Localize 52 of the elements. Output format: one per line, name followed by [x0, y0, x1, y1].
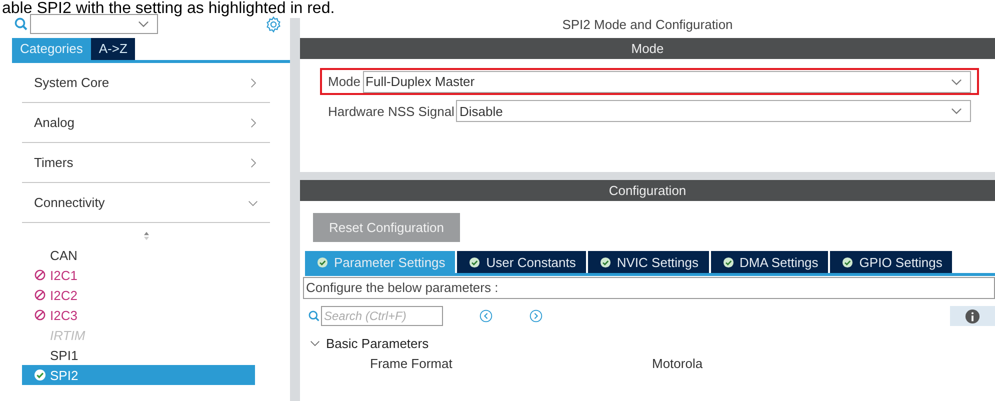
- hint-text: Configure the below parameters :: [303, 277, 995, 299]
- info-icon: [965, 308, 980, 324]
- group-header[interactable]: Basic Parameters: [300, 332, 995, 354]
- category-item[interactable]: Connectivity: [22, 183, 270, 223]
- chevron-down-icon: [951, 107, 962, 115]
- next-icon[interactable]: [529, 309, 543, 323]
- check-icon: [469, 256, 480, 268]
- prohibited-icon: [34, 269, 46, 281]
- peripheral-item[interactable]: SPI1: [22, 345, 255, 365]
- search-field[interactable]: Search (Ctrl+F): [321, 306, 443, 326]
- check-icon: [317, 256, 328, 268]
- settings-tab[interactable]: NVIC Settings: [588, 251, 709, 273]
- dropdown-field[interactable]: Disable: [456, 100, 971, 122]
- field-label: Hardware NSS Signal: [328, 104, 454, 118]
- settings-tab[interactable]: GPIO Settings: [830, 251, 952, 273]
- category-item[interactable]: System Core: [22, 63, 270, 103]
- search-icon: [308, 310, 320, 322]
- check-icon: [34, 369, 46, 381]
- caption-text: able SPI2 with the setting as highlighted in red.: [1, 0, 336, 18]
- parameter-value: Motorola: [652, 356, 703, 370]
- prohibited-icon: [34, 289, 46, 301]
- previous-icon[interactable]: [479, 309, 493, 323]
- panel-title: SPI2 Mode and Configuration: [561, 18, 734, 34]
- peripheral-item[interactable]: I2C3: [22, 305, 255, 325]
- section-header: Mode: [300, 38, 995, 59]
- check-icon: [722, 256, 734, 268]
- peripheral-item[interactable]: I2C1: [22, 265, 255, 285]
- sort-icon[interactable]: [142, 231, 150, 241]
- prohibited-icon: [34, 309, 46, 321]
- settings-tab[interactable]: DMA Settings: [710, 251, 828, 273]
- category-item[interactable]: Analog: [22, 103, 270, 143]
- info-button[interactable]: [950, 306, 995, 326]
- check-icon: [842, 256, 854, 268]
- group-label: Basic Parameters: [326, 336, 429, 350]
- chevron-down-icon: [951, 78, 962, 86]
- parameter-name: Frame Format: [369, 356, 454, 370]
- field-label: Mode: [328, 74, 361, 89]
- search-icon: [14, 17, 28, 31]
- category-tab[interactable]: A->Z: [90, 38, 136, 60]
- chevron-right-icon: [248, 118, 258, 128]
- dropdown-field[interactable]: Full-Duplex Master: [362, 70, 971, 92]
- category-item[interactable]: Timers: [22, 143, 270, 183]
- check-icon: [600, 256, 611, 268]
- chevron-right-icon: [248, 158, 258, 168]
- settings-tab[interactable]: User Constants: [457, 251, 586, 273]
- peripheral-item[interactable]: CAN: [22, 245, 255, 265]
- gear-icon[interactable]: [265, 16, 282, 32]
- chevron-right-icon: [248, 78, 258, 88]
- section-header: Configuration: [300, 180, 995, 201]
- peripheral-item[interactable]: I2C2: [22, 285, 255, 305]
- chevron-down-icon: [138, 20, 149, 28]
- chevron-down-icon: [310, 338, 320, 348]
